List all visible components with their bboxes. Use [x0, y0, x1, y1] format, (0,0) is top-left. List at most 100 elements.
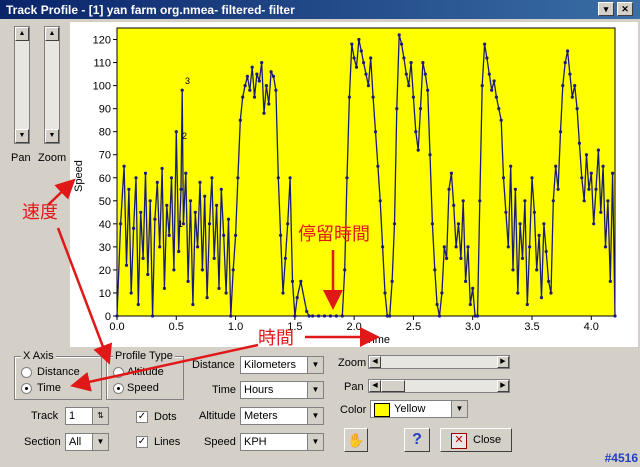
data-point-15	[153, 217, 157, 221]
y-tick-label-11: 110	[93, 58, 111, 70]
data-point-64	[267, 102, 271, 106]
section-select[interactable]: All ▼	[65, 433, 109, 451]
close-button-label: Close	[473, 434, 502, 446]
hand-tool-button[interactable]: ✋	[344, 428, 368, 452]
zoom-up-arrow-icon[interactable]: ▲	[45, 27, 59, 41]
lines-checkbox[interactable]: ✓	[136, 436, 148, 448]
x-tick-label-7: 3.5	[524, 321, 539, 333]
data-point-0	[115, 314, 119, 318]
track-spinner[interactable]: 1 ⇅	[65, 407, 109, 425]
data-point-166	[532, 210, 536, 214]
data-point-11	[143, 171, 148, 175]
data-point-5	[129, 291, 133, 295]
data-point-48	[229, 314, 233, 318]
data-point-60	[257, 79, 261, 83]
data-point-155	[506, 245, 510, 249]
profile-speed-radio[interactable]	[113, 383, 124, 394]
data-point-46	[224, 291, 228, 295]
chevron-down-icon[interactable]: ▼	[307, 357, 323, 373]
data-point-185	[577, 141, 581, 145]
data-point-85	[340, 314, 344, 318]
pan-vertical-scrollbar[interactable]: ▲ ▼	[14, 26, 30, 144]
close-button[interactable]: ✕ Close	[440, 428, 512, 452]
data-point-149	[492, 79, 496, 83]
time-unit-label: Time	[212, 384, 237, 396]
data-point-112	[404, 72, 408, 76]
data-point-56	[248, 88, 252, 92]
y-tick-label-2: 20	[99, 265, 111, 277]
data-point-43	[217, 286, 221, 290]
y-axis-label: Speed	[73, 160, 85, 192]
data-point-87	[345, 176, 349, 180]
data-point-192	[594, 187, 598, 191]
data-point-8	[136, 302, 140, 307]
chevron-down-icon[interactable]: ▼	[451, 401, 467, 417]
data-point-115	[411, 95, 415, 99]
color-select[interactable]: Yellow ▼	[370, 400, 468, 418]
time-unit-select[interactable]: Hours ▼	[240, 381, 324, 399]
time-unit-value: Hours	[244, 384, 274, 396]
color-swatch	[374, 403, 390, 417]
data-point-159	[516, 291, 520, 295]
data-point-168	[537, 233, 541, 237]
profile-altitude-radio[interactable]	[113, 367, 124, 378]
chevron-down-icon[interactable]: ▼	[307, 382, 323, 398]
data-point-20	[165, 203, 169, 207]
pan-left-arrow-icon[interactable]: ◀	[369, 380, 381, 392]
data-point-90	[352, 56, 356, 60]
data-point-19	[162, 286, 166, 290]
y-axis-ticks: 0102030405060708090100110120	[93, 35, 117, 323]
pan-down-arrow-icon[interactable]: ▼	[15, 129, 29, 143]
chevron-down-icon[interactable]: ▼	[92, 434, 108, 450]
color-label: Color	[340, 404, 367, 416]
zoom-left-arrow-icon[interactable]: ◀	[369, 356, 381, 368]
data-point-117	[416, 148, 420, 152]
close-window-button[interactable]: ✕	[617, 2, 633, 16]
data-point-135	[459, 256, 463, 260]
help-button[interactable]: ?	[404, 428, 430, 452]
dots-checkbox[interactable]: ✓	[136, 411, 148, 423]
zoom-horizontal-scrollbar[interactable]: ◀ ▶	[368, 355, 510, 369]
pan-scroll-thumb[interactable]	[381, 380, 405, 392]
x-axis-time-radio[interactable]	[21, 383, 32, 394]
data-point-45	[222, 233, 226, 237]
altitude-unit-select[interactable]: Meters ▼	[240, 407, 324, 425]
speed-unit-value: KPH	[244, 436, 267, 448]
y-tick-label-8: 80	[99, 127, 111, 139]
data-point-151	[497, 107, 501, 111]
data-point-147	[487, 72, 491, 76]
x-axis-ticks: 0.0 0.5 1.0 1.5 2.0 2.5 3.0 3.5 4.0	[109, 316, 599, 333]
pan-right-arrow-icon[interactable]: ▶	[497, 380, 509, 392]
y-tick-label-12: 120	[93, 35, 111, 47]
data-point-65	[269, 70, 273, 74]
pan-up-arrow-icon[interactable]: ▲	[15, 27, 29, 41]
data-point-77	[299, 279, 303, 283]
annotation-3: 3	[185, 76, 190, 86]
chevron-down-icon[interactable]: ▼	[307, 408, 323, 424]
restore-button[interactable]: ▾	[598, 2, 614, 16]
y-tick-label-1: 10	[99, 288, 111, 300]
data-point-163	[525, 302, 529, 307]
zoom-right-arrow-icon[interactable]: ▶	[497, 356, 509, 368]
data-point-62	[262, 111, 266, 115]
data-point-195	[601, 164, 605, 168]
speed-unit-select[interactable]: KPH ▼	[240, 433, 324, 451]
chevron-down-icon[interactable]: ▼	[307, 434, 323, 450]
zoom-down-arrow-icon[interactable]: ▼	[45, 129, 59, 143]
data-point-47	[226, 217, 231, 221]
distance-unit-select[interactable]: Kilometers ▼	[240, 356, 324, 374]
x-axis-distance-radio[interactable]	[21, 367, 32, 378]
data-point-177	[558, 130, 563, 134]
data-point-123	[430, 222, 434, 226]
data-point-143	[478, 199, 482, 203]
data-point-70	[281, 291, 285, 295]
section-label: Section	[24, 436, 61, 448]
help-icon: ?	[412, 431, 422, 448]
pan-horizontal-scrollbar[interactable]: ◀ ▶	[368, 379, 510, 393]
zoom-vertical-scrollbar[interactable]: ▲ ▼	[44, 26, 60, 144]
y-tick-label-3: 30	[99, 242, 111, 254]
window-title: Track Profile - [1] yan farm org.nmea- f…	[6, 3, 295, 17]
data-point-118	[418, 107, 423, 111]
data-point-81	[317, 314, 321, 318]
spin-arrows-icon[interactable]: ⇅	[92, 408, 108, 424]
